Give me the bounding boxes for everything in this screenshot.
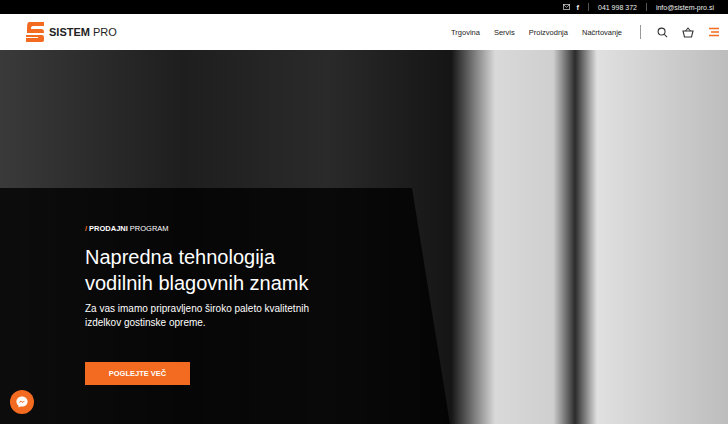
logo-suffix: PRO — [93, 26, 117, 38]
divider — [640, 25, 641, 39]
hero-text: Za vas imamo pripravljeno široko paleto … — [85, 302, 325, 330]
facebook-link[interactable]: f — [576, 3, 579, 12]
top-bar: f 041 998 372 info@sistem-pro.si — [0, 0, 728, 14]
logo[interactable]: SISTEM PRO — [25, 21, 117, 43]
hero-eyebrow: / PRODAJNI PROGRAM — [85, 224, 450, 233]
mail-icon[interactable] — [563, 4, 570, 10]
messenger-button[interactable] — [10, 390, 34, 414]
basket-icon[interactable] — [682, 27, 694, 38]
header-icons — [657, 27, 720, 38]
messenger-icon — [15, 395, 29, 409]
hero: / PRODAJNI PROGRAM Napredna tehnologija … — [0, 50, 728, 424]
separator — [646, 3, 647, 11]
nav-item[interactable]: Proizvodnja — [529, 28, 568, 37]
main-nav: Trgovina Servis Proizvodnja Načrtovanje — [451, 28, 622, 37]
search-icon[interactable] — [657, 27, 668, 38]
nav-item[interactable]: Načrtovanje — [582, 28, 622, 37]
logo-icon — [25, 21, 45, 43]
menu-icon[interactable] — [708, 27, 720, 37]
see-more-button[interactable]: POGLEJTE VEČ — [85, 362, 190, 385]
header: SISTEM PRO Trgovina Servis Proizvodnja Načr… — [0, 14, 728, 50]
logo-name: SISTEM — [49, 26, 90, 38]
email-address[interactable]: info@sistem-pro.si — [656, 4, 714, 11]
nav-item[interactable]: Trgovina — [451, 28, 480, 37]
hero-overlay: / PRODAJNI PROGRAM Napredna tehnologija … — [0, 188, 450, 424]
nav-item[interactable]: Servis — [494, 28, 515, 37]
hero-title: Napredna tehnologija vodilnih blagovnih … — [85, 244, 345, 296]
separator — [588, 3, 589, 11]
page: f 041 998 372 info@sistem-pro.si SISTEM … — [0, 0, 728, 424]
phone-number[interactable]: 041 998 372 — [598, 4, 637, 11]
